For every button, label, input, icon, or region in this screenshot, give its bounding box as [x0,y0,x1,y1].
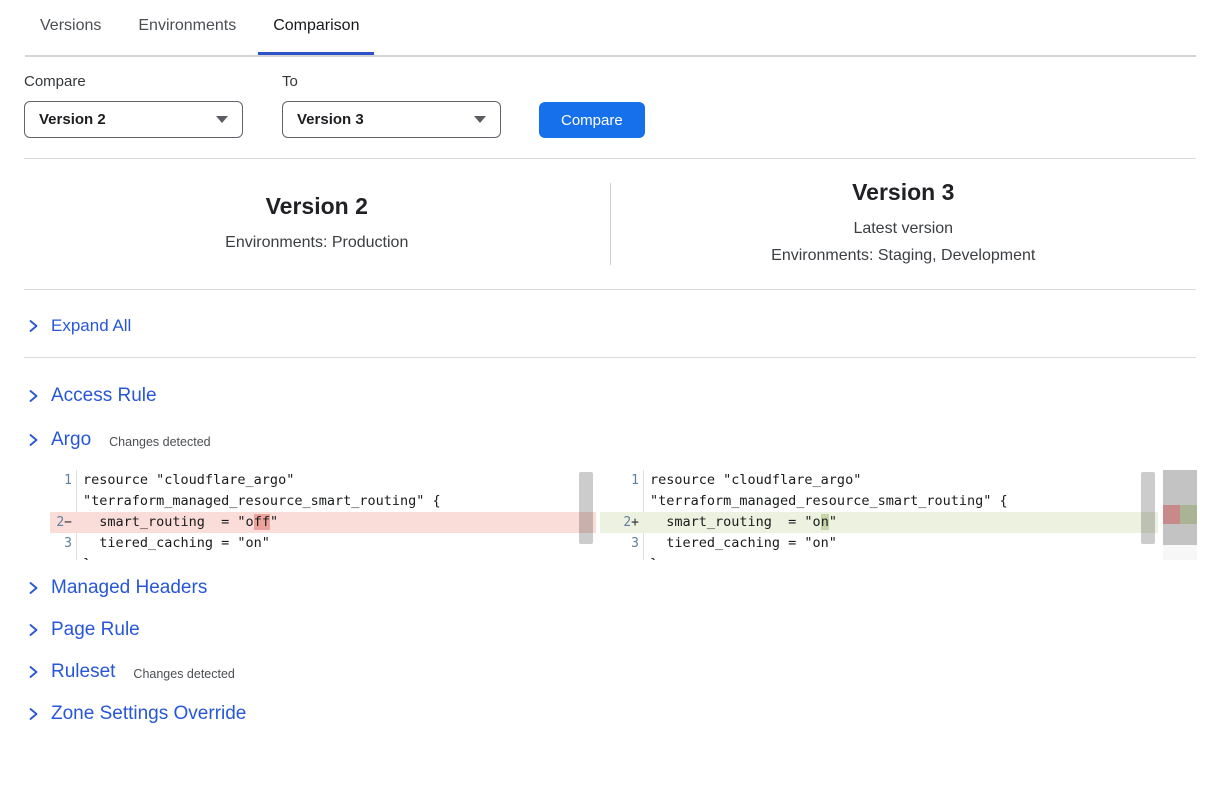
diff-line: 3 tiered_caching = "on" [50,533,596,554]
compare-label: Compare [24,73,243,90]
left-version-header: Version 2 Environments: Production [24,193,610,256]
left-version-environments: Environments: Production [24,229,610,256]
diff-line: 3 tiered_caching = "on" [600,533,1158,554]
compare-field: Compare Version 2 [24,73,243,138]
diff-line-wrap: "terraform_managed_resource_smart_routin… [600,491,1158,512]
added-word-highlight: n [821,514,829,530]
diff-line: 1 resource "cloudflare_argo" [50,470,596,491]
chevron-right-icon [28,623,39,637]
section-title: Argo [51,429,91,451]
section-title: Access Rule [51,385,157,407]
diff-pane-left: 1 resource "cloudflare_argo" "terraform_… [50,470,596,560]
left-version-title: Version 2 [24,193,610,220]
diff-pane-right: 1 resource "cloudflare_argo" "terraform_… [600,470,1158,560]
section-title: Zone Settings Override [51,703,246,725]
compare-version-select[interactable]: Version 2 [24,101,243,138]
chevron-down-icon [216,116,228,123]
diff-line-clipped: } [50,554,596,560]
right-version-title: Version 3 [611,179,1197,206]
changes-detected-badge: Changes detected [133,664,234,681]
to-label: To [282,73,501,90]
to-version-value: Version 3 [297,111,364,128]
expand-all-toggle[interactable]: Expand All [28,315,1224,337]
tab-bar: Versions Environments Comparison [25,0,1196,57]
tab-comparison[interactable]: Comparison [258,17,374,53]
section-argo[interactable]: Argo Changes detected [28,428,1224,452]
to-version-select[interactable]: Version 3 [282,101,501,138]
overview-text-block [1163,470,1197,505]
chevron-down-icon [474,116,486,123]
tab-versions[interactable]: Versions [25,17,116,53]
overview-added-marker [1180,505,1197,524]
section-title: Page Rule [51,619,140,641]
overview-text-block [1163,524,1197,545]
changes-detected-badge: Changes detected [109,432,210,449]
section-title: Managed Headers [51,577,207,599]
right-pane-scrollbar[interactable] [1141,472,1155,544]
right-version-latest-label: Latest version [611,215,1197,242]
version-headers: Version 2 Environments: Production Versi… [0,159,1224,289]
compare-version-value: Version 2 [39,111,106,128]
diff-line: 1 resource "cloudflare_argo" [600,470,1158,491]
section-zone-settings-override[interactable]: Zone Settings Override [28,702,1224,726]
chevron-right-icon [28,665,39,679]
diff-line-added: 2+ smart_routing = "on" [600,512,1158,533]
right-version-header: Version 3 Latest version Environments: S… [611,179,1197,269]
section-managed-headers[interactable]: Managed Headers [28,576,1224,600]
compare-button[interactable]: Compare [539,102,645,138]
chevron-right-icon [28,433,39,447]
section-access-rule[interactable]: Access Rule [28,384,1224,408]
chevron-right-icon [28,581,39,595]
diff-line-wrap: "terraform_managed_resource_smart_routin… [50,491,596,512]
compare-form: Compare Version 2 To Version 3 Compare [24,73,1224,138]
section-title: Ruleset [51,661,115,683]
divider [24,357,1196,358]
divider [24,289,1196,290]
right-version-environments: Environments: Staging, Development [611,242,1197,269]
diff-overview-ruler [1163,470,1197,560]
argo-diff-view: 1 resource "cloudflare_argo" "terraform_… [50,470,1224,560]
expand-all-label: Expand All [51,316,131,336]
section-ruleset[interactable]: Ruleset Changes detected [28,660,1224,684]
tab-environments[interactable]: Environments [123,17,251,53]
overview-removed-marker [1163,505,1180,524]
left-pane-scrollbar[interactable] [579,472,593,544]
diff-line-removed: 2− smart_routing = "off" [50,512,596,533]
diff-line-clipped: } [600,554,1158,560]
to-field: To Version 3 [282,73,501,138]
chevron-right-icon [28,389,39,403]
removed-word-highlight: ff [254,514,270,530]
chevron-right-icon [28,319,39,333]
chevron-right-icon [28,707,39,721]
section-page-rule[interactable]: Page Rule [28,618,1224,642]
